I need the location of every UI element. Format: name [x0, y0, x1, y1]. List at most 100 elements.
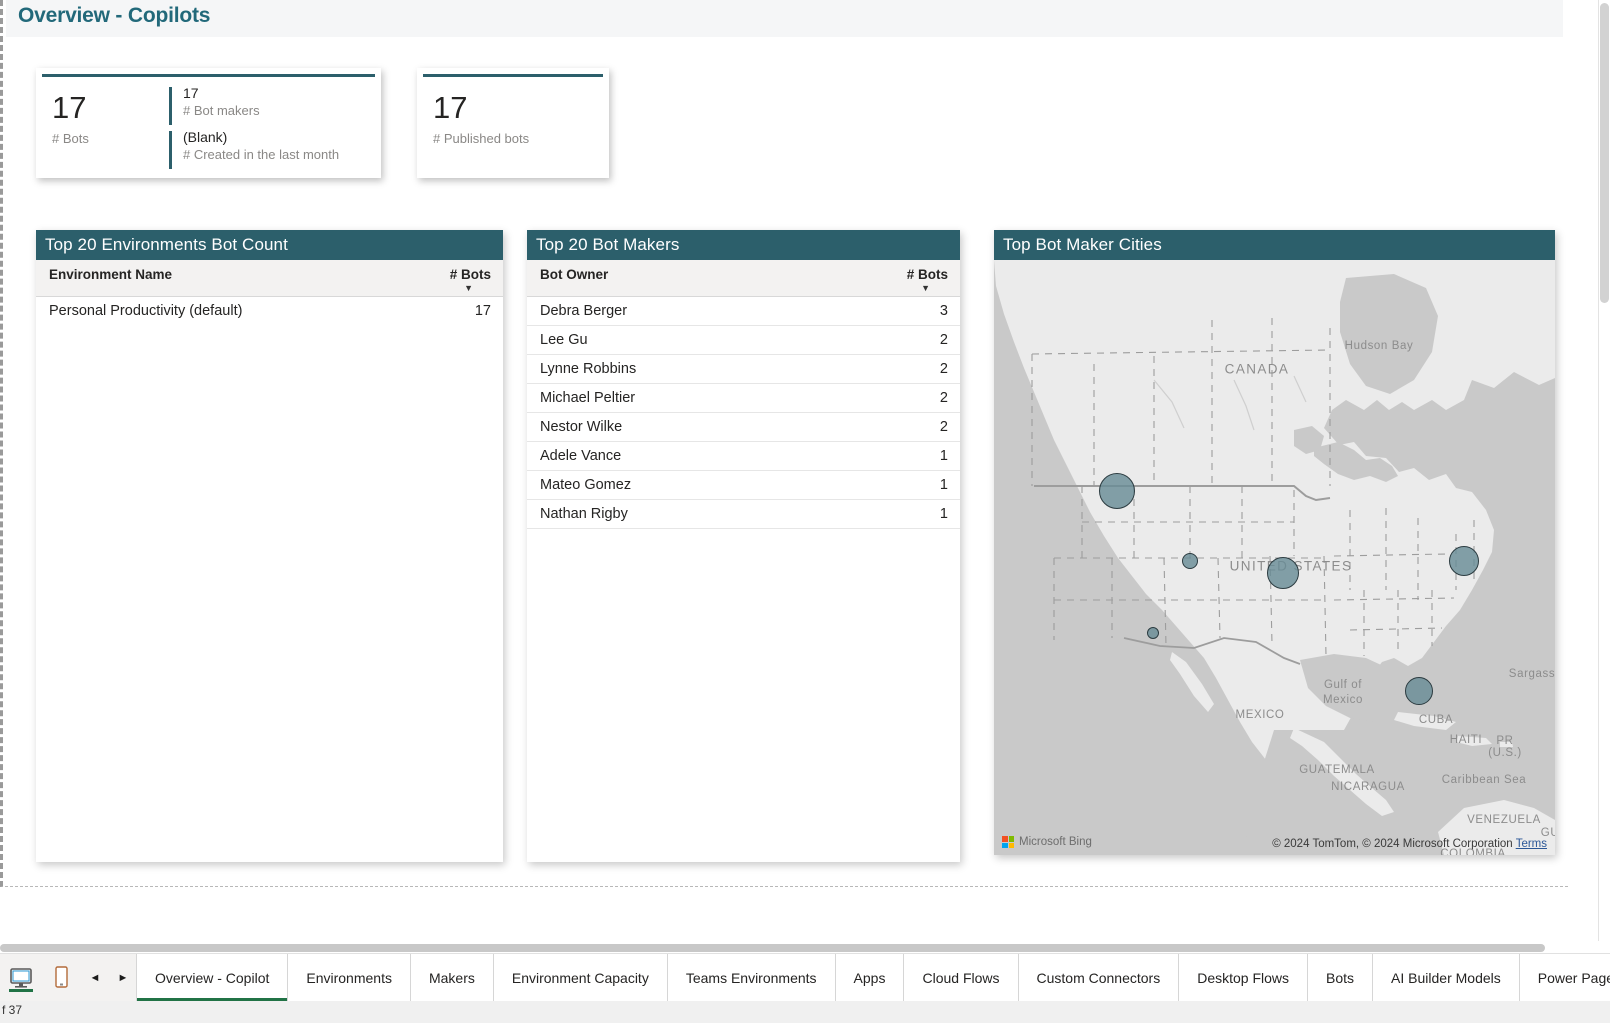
vertical-scrollbar[interactable]: [1598, 0, 1610, 941]
kpi-card-bots[interactable]: 17 # Bots 17 # Bot makers (Blank) # Crea…: [36, 68, 381, 178]
table-row[interactable]: Personal Productivity (default) 17: [36, 297, 503, 326]
cell-bot-count: 1: [864, 499, 960, 529]
map-provider-attribution: Microsoft Bing: [1002, 836, 1092, 848]
map-terms-link[interactable]: Terms: [1516, 838, 1547, 850]
sheet-tab-cloud-flows[interactable]: Cloud Flows: [904, 954, 1019, 1001]
vertical-scrollbar-thumb[interactable]: [1600, 3, 1609, 303]
sheet-tab-power-pages[interactable]: Power Pages: [1519, 954, 1610, 1001]
column-header-maker-bots-label: # Bots: [906, 267, 948, 282]
cell-bot-count: 2: [864, 412, 960, 442]
panel-environments-bot-count: Top 20 Environments Bot Count Environmen…: [36, 230, 503, 862]
panel-title-map: Top Bot Maker Cities: [994, 230, 1555, 260]
kpi-sub-label-created-last-month: # Created in the last month: [183, 147, 340, 162]
view-mode-tools: ◄ ►: [0, 954, 137, 1001]
cell-bot-count: 2: [864, 354, 960, 384]
column-header-environment-name[interactable]: Environment Name: [36, 260, 407, 297]
kpi-main-published: 17 # Published bots: [433, 90, 529, 146]
kpi-sub-label-bot-makers: # Bot makers: [183, 103, 260, 118]
sheet-tabstrip: ◄ ► Overview - Copilot Environments Makers…: [0, 953, 1610, 1001]
cell-bot-owner: Adele Vance: [527, 441, 864, 471]
sheet-tab-desktop-flows[interactable]: Desktop Flows: [1179, 954, 1309, 1001]
map-city-bubble[interactable]: [1099, 473, 1135, 509]
column-header-env-bots[interactable]: # Bots ▼: [407, 260, 503, 297]
cell-bot-owner: Nathan Rigby: [527, 499, 864, 529]
kpi-value-bots: 17: [52, 90, 87, 125]
cell-bot-count: 1: [864, 441, 960, 471]
panel-title-bot-makers: Top 20 Bot Makers: [527, 230, 960, 260]
phone-view-icon[interactable]: [48, 963, 74, 993]
map-copyright-text: © 2024 TomTom, © 2024 Microsoft Corporat…: [1272, 838, 1513, 850]
sort-descending-icon: ▼: [464, 283, 473, 293]
cell-bot-count: 2: [864, 325, 960, 355]
table-row[interactable]: Michael Peltier 2: [527, 383, 960, 413]
map-city-bubble[interactable]: [1449, 546, 1479, 576]
sheet-tabs: Overview - Copilot Environments Makers Envi…: [137, 954, 1610, 1001]
kpi-sub-bot-makers: 17 # Bot makers: [169, 84, 374, 128]
cell-bot-owner: Nestor Wilke: [527, 412, 864, 442]
cell-bot-owner: Lynne Robbins: [527, 354, 864, 384]
map-city-bubble[interactable]: [1405, 677, 1433, 705]
map-city-bubble[interactable]: [1182, 553, 1198, 569]
table-row[interactable]: Lee Gu 2: [527, 325, 960, 355]
cell-bot-owner: Mateo Gomez: [527, 470, 864, 500]
map-city-bubble[interactable]: [1147, 627, 1159, 639]
sheet-tab-custom-connectors[interactable]: Custom Connectors: [1018, 954, 1180, 1001]
sheet-tab-makers[interactable]: Makers: [410, 954, 494, 1001]
status-bar: f 37: [0, 1001, 1610, 1023]
table-header-row: Bot Owner # Bots ▼: [527, 260, 960, 297]
table-row[interactable]: Nathan Rigby 1: [527, 499, 960, 529]
kpi-subvalues-bots: 17 # Bot makers (Blank) # Created in the…: [169, 84, 374, 172]
report-root: Overview - Copilots 17 # Bots 17 # Bot m…: [0, 0, 1610, 1023]
next-tab-button[interactable]: ►: [116, 963, 130, 993]
previous-tab-button[interactable]: ◄: [88, 963, 102, 993]
table-row[interactable]: Lynne Robbins 2: [527, 354, 960, 384]
kpi-label-bots: # Bots: [52, 131, 89, 146]
column-header-maker-bots[interactable]: # Bots ▼: [864, 260, 960, 297]
cell-bot-count: 3: [864, 296, 960, 326]
map-city-bubble[interactable]: [1267, 557, 1299, 589]
canvas-right-gutter: [1568, 0, 1598, 941]
panel-top-bot-maker-cities: Top Bot Maker Cities Microsoft Bing © 20…: [994, 230, 1555, 855]
table-body-environments: Personal Productivity (default) 17: [36, 297, 503, 326]
horizontal-scrollbar-thumb[interactable]: [0, 944, 1545, 952]
page-title-band: Overview - Copilots: [6, 0, 1563, 37]
kpi-value-published-bots: 17: [433, 90, 468, 125]
kpi-card-published-bots[interactable]: 17 # Published bots: [417, 68, 609, 178]
kpi-label-published-bots: # Published bots: [433, 131, 530, 146]
desktop-view-icon[interactable]: [8, 963, 34, 993]
map-copyright-attribution: © 2024 TomTom, © 2024 Microsoft Corporat…: [1272, 838, 1547, 850]
table-environments: Environment Name # Bots ▼ Personal Produ…: [36, 260, 503, 325]
kpi-sub-value-bot-makers: 17: [183, 85, 199, 101]
table-row[interactable]: Debra Berger 3: [527, 296, 960, 326]
sheet-tab-environment-capacity[interactable]: Environment Capacity: [493, 954, 668, 1001]
kpi-sub-value-created-last-month: (Blank): [183, 129, 228, 145]
table-body-bot-makers: Debra Berger 3 Lee Gu 2 Lynne Robbins 2 Michae…: [527, 296, 960, 529]
cell-environment-bots: 17: [474, 303, 491, 319]
cell-bot-count: 2: [864, 383, 960, 413]
cell-environment-name: Personal Productivity (default): [49, 303, 243, 319]
column-header-env-bots-label: # Bots: [449, 267, 491, 282]
sheet-tab-apps[interactable]: Apps: [835, 954, 905, 1001]
column-header-bot-owner[interactable]: Bot Owner: [527, 260, 864, 297]
table-bot-makers: Bot Owner # Bots ▼ Debra Berger 3 Lee Gu 2 L…: [527, 260, 960, 529]
cell-bot-owner: Lee Gu: [527, 325, 864, 355]
map-canvas[interactable]: Microsoft Bing © 2024 TomTom, © 2024 Mic…: [994, 260, 1555, 855]
sheet-tab-ai-builder-models[interactable]: AI Builder Models: [1373, 954, 1520, 1001]
sheet-tab-bots[interactable]: Bots: [1308, 954, 1374, 1001]
sheet-tab-environments[interactable]: Environments: [288, 954, 411, 1001]
sheet-tab-teams-environments[interactable]: Teams Environments: [667, 954, 836, 1001]
sheet-tab-overview-copilot[interactable]: Overview - Copilot: [137, 954, 289, 1001]
table-row[interactable]: Adele Vance 1: [527, 441, 960, 471]
report-canvas: Overview - Copilots 17 # Bots 17 # Bot m…: [0, 0, 1568, 887]
kpi-sub-created-last-month: (Blank) # Created in the last month: [169, 128, 374, 172]
page-title: Overview - Copilots: [18, 4, 211, 27]
map-provider-label: Microsoft Bing: [1019, 836, 1092, 848]
sort-descending-icon: ▼: [921, 283, 930, 293]
table-header-row: Environment Name # Bots ▼: [36, 260, 503, 297]
cell-bot-owner: Debra Berger: [527, 296, 864, 326]
table-row[interactable]: Nestor Wilke 2: [527, 412, 960, 442]
cell-bot-count: 1: [864, 470, 960, 500]
panel-bot-makers: Top 20 Bot Makers Bot Owner # Bots ▼ Deb…: [527, 230, 960, 862]
cell-bot-owner: Michael Peltier: [527, 383, 864, 413]
table-row[interactable]: Mateo Gomez 1: [527, 470, 960, 500]
